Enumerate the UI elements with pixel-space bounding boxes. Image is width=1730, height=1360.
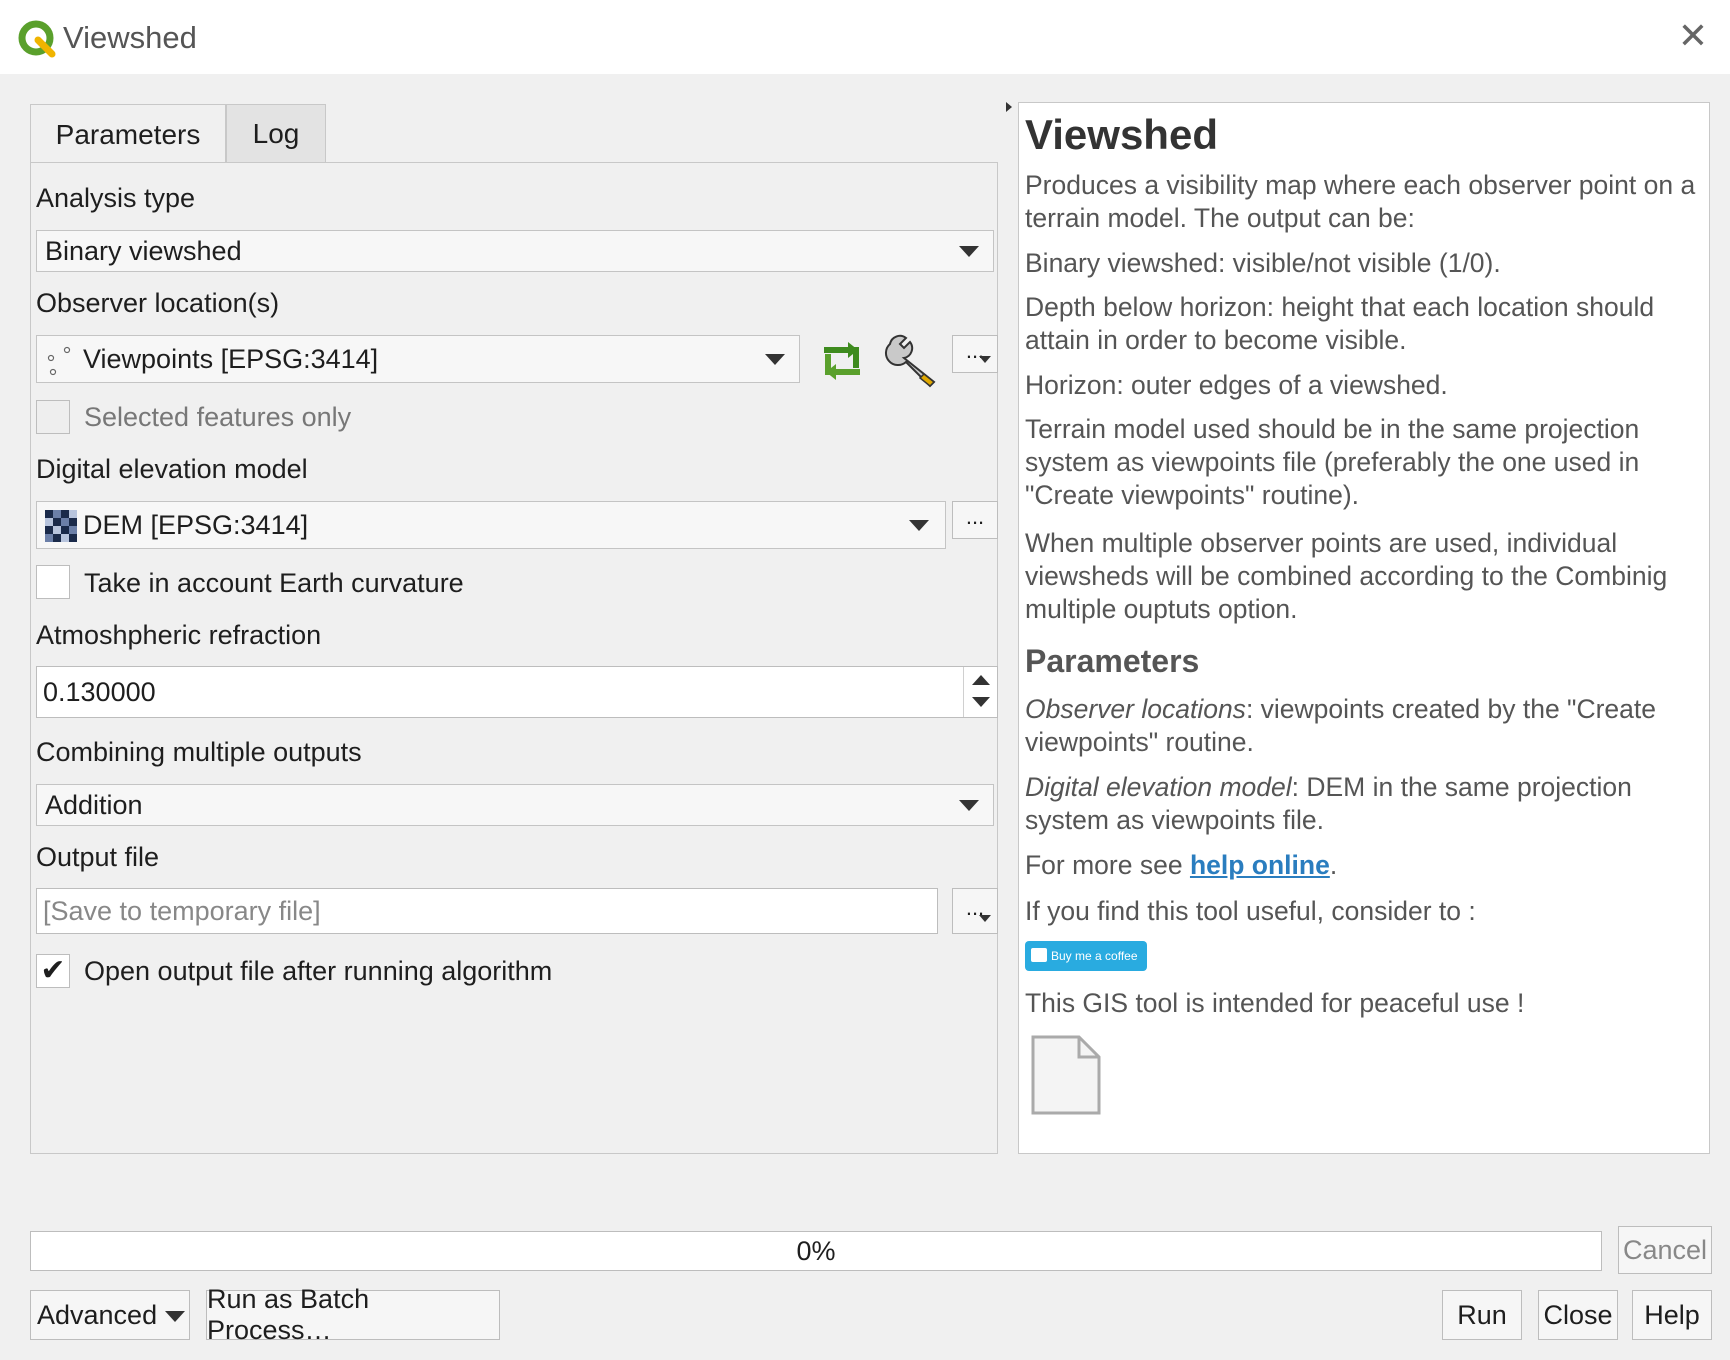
help-more-line: For more see help online. bbox=[1025, 849, 1705, 882]
help-peaceful-line: This GIS tool is intended for peaceful u… bbox=[1025, 988, 1525, 1018]
help-panel: Viewshed Produces a visibility map where… bbox=[1018, 102, 1710, 1154]
chevron-down-icon bbox=[909, 520, 929, 531]
more-prefix: For more see bbox=[1025, 850, 1190, 880]
selected-features-checkbox[interactable] bbox=[36, 400, 70, 434]
raster-layer-icon bbox=[45, 510, 77, 542]
param-name: Observer locations bbox=[1025, 694, 1246, 724]
param-name: Digital elevation model bbox=[1025, 772, 1292, 802]
output-more-button[interactable]: ... bbox=[952, 888, 998, 934]
close-button[interactable]: Close bbox=[1538, 1290, 1618, 1340]
help-paragraph: Horizon: outer edges of a viewshed. bbox=[1025, 370, 1448, 400]
coffee-cup-icon bbox=[1031, 948, 1047, 962]
wrench-icon[interactable] bbox=[884, 332, 944, 390]
cancel-button[interactable]: Cancel bbox=[1618, 1226, 1712, 1274]
close-window-icon[interactable]: ✕ bbox=[1675, 18, 1711, 54]
observer-select[interactable]: Viewpoints [EPSG:3414] bbox=[36, 335, 800, 383]
help-online-link[interactable]: help online bbox=[1190, 850, 1330, 880]
observer-more-button[interactable]: ... bbox=[952, 335, 998, 373]
open-output-label: Open output file after running algorithm bbox=[84, 956, 553, 986]
earth-curvature-label: Take in account Earth curvature bbox=[84, 568, 464, 598]
help-paragraph: Terrain model used should be in the same… bbox=[1025, 414, 1640, 510]
chevron-down-icon bbox=[979, 915, 991, 922]
advanced-label: Advanced bbox=[37, 1299, 158, 1330]
chevron-down-icon bbox=[959, 246, 979, 257]
analysis-type-value: Binary viewshed bbox=[45, 235, 242, 266]
more-dots-label: ... bbox=[965, 504, 985, 529]
refresh-icon[interactable] bbox=[816, 338, 868, 384]
earth-curvature-checkbox[interactable] bbox=[36, 565, 70, 599]
dem-more-button[interactable]: ... bbox=[952, 501, 998, 539]
observer-label: Observer location(s) bbox=[36, 288, 280, 318]
progress-label: 0% bbox=[796, 1235, 836, 1266]
observer-value: Viewpoints [EPSG:3414] bbox=[83, 343, 379, 374]
run-button[interactable]: Run bbox=[1442, 1290, 1522, 1340]
help-param-observer: Observer locations: viewpoints created b… bbox=[1025, 693, 1705, 759]
help-parameters-heading: Parameters bbox=[1025, 643, 1200, 679]
title-bar bbox=[0, 0, 1730, 74]
advanced-button[interactable]: Advanced bbox=[30, 1290, 190, 1340]
window-title: Viewshed bbox=[63, 20, 197, 55]
analysis-type-select[interactable]: Binary viewshed bbox=[36, 230, 994, 272]
spin-up-icon[interactable] bbox=[972, 675, 990, 685]
progress-bar: 0% bbox=[30, 1231, 1602, 1271]
run-batch-button[interactable]: Run as Batch Process… bbox=[206, 1284, 500, 1345]
dem-value: DEM [EPSG:3414] bbox=[83, 509, 309, 540]
help-param-dem: Digital elevation model: DEM in the same… bbox=[1025, 771, 1705, 837]
help-paragraph: Produces a visibility map where each obs… bbox=[1025, 170, 1696, 233]
help-consider-line: If you find this tool useful, consider t… bbox=[1025, 896, 1476, 926]
refraction-label: Atmoshpheric refraction bbox=[36, 620, 322, 650]
combining-label: Combining multiple outputs bbox=[36, 737, 362, 767]
combining-select[interactable]: Addition bbox=[36, 784, 994, 826]
help-paragraph: When multiple observer points are used, … bbox=[1025, 528, 1668, 624]
dem-label: Digital elevation model bbox=[36, 454, 308, 484]
open-output-checkbox[interactable]: ✔ bbox=[36, 954, 70, 988]
dem-select[interactable]: DEM [EPSG:3414] bbox=[36, 501, 946, 549]
broken-image-icon bbox=[1031, 1035, 1101, 1115]
coffee-button-label: Buy me a coffee bbox=[1051, 949, 1138, 963]
chevron-down-icon bbox=[979, 356, 991, 363]
chevron-down-icon bbox=[765, 354, 785, 365]
combining-value: Addition bbox=[45, 789, 143, 820]
chevron-down-icon bbox=[165, 1311, 185, 1322]
output-file-label: Output file bbox=[36, 842, 160, 872]
analysis-type-label: Analysis type bbox=[36, 183, 196, 213]
output-file-placeholder: [Save to temporary file] bbox=[43, 895, 321, 926]
selected-features-label: Selected features only bbox=[84, 402, 352, 432]
point-layer-icon bbox=[47, 346, 71, 376]
chevron-down-icon bbox=[959, 800, 979, 811]
buy-me-a-coffee-button[interactable]: Buy me a coffee bbox=[1025, 941, 1147, 971]
qgis-logo-icon bbox=[18, 20, 56, 58]
help-paragraph: Binary viewshed: visible/not visible (1/… bbox=[1025, 248, 1501, 278]
splitter-handle-icon[interactable] bbox=[1006, 102, 1012, 112]
spin-down-icon[interactable] bbox=[972, 697, 990, 707]
tab-log[interactable]: Log bbox=[226, 104, 326, 162]
help-title: Viewshed bbox=[1025, 111, 1218, 158]
spin-buttons[interactable] bbox=[963, 667, 998, 717]
help-button[interactable]: Help bbox=[1632, 1290, 1712, 1340]
output-file-input[interactable]: [Save to temporary file] bbox=[36, 888, 938, 934]
tab-parameters[interactable]: Parameters bbox=[30, 104, 226, 164]
refraction-value: 0.130000 bbox=[43, 676, 156, 707]
refraction-spinbox[interactable]: 0.130000 bbox=[36, 666, 998, 718]
more-suffix: . bbox=[1329, 850, 1338, 880]
help-paragraph: Depth below horizon: height that each lo… bbox=[1025, 292, 1655, 355]
